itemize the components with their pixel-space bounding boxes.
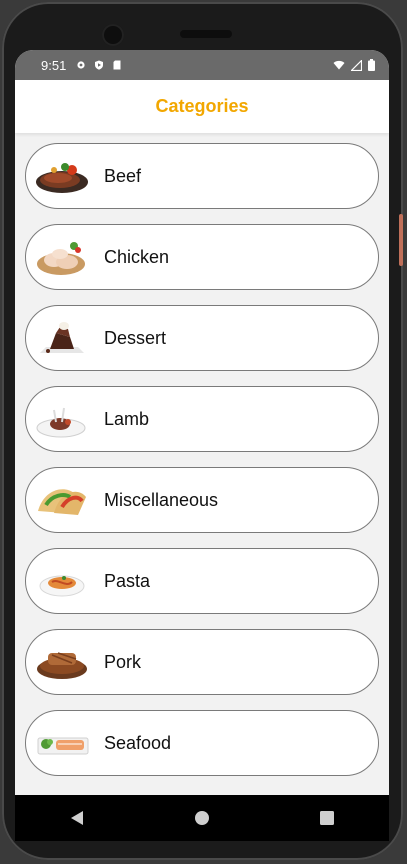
front-camera [102,24,124,46]
category-label: Dessert [104,327,167,348]
system-navigation-bar [15,795,389,841]
earpiece-speaker [180,30,232,38]
dessert-image [34,316,90,360]
cellular-signal-icon [351,59,362,71]
app-bar: Categories [15,80,389,133]
category-label: Pasta [104,570,151,591]
chicken-image [34,235,90,279]
category-item-dessert[interactable]: Dessert [25,305,379,371]
miscellaneous-image [34,478,90,522]
category-item-chicken[interactable]: Chicken [25,224,379,290]
wifi-icon [333,60,345,70]
lamb-image [34,397,90,441]
play-protect-icon [95,60,104,70]
category-list: Beef Chicken Dessert Lamb Miscellaneous … [15,133,389,776]
category-item-pasta[interactable]: Pasta [25,548,379,614]
category-item-miscellaneous[interactable]: Miscellaneous [25,467,379,533]
recents-icon[interactable] [312,803,342,833]
category-label: Beef [104,165,142,186]
back-icon[interactable] [62,803,92,833]
category-label: Lamb [104,408,150,429]
category-item-lamb[interactable]: Lamb [25,386,379,452]
seafood-image [34,721,90,765]
category-item-seafood[interactable]: Seafood [25,710,379,776]
category-label: Miscellaneous [104,489,219,510]
page-title: Categories [155,96,249,116]
side-button [399,214,403,266]
category-label: Chicken [104,246,170,267]
app-screen: 9:51 Categories Beef Chicken Dessert Lam… [15,50,389,795]
status-bar: 9:51 [15,50,389,80]
settings-icon [77,61,85,69]
battery-icon [368,59,375,71]
category-item-pork[interactable]: Pork [25,629,379,695]
sd-card-icon [113,60,121,70]
category-label: Pork [104,651,142,672]
status-right-icons [333,59,375,71]
status-time: 9:51 [41,57,67,73]
pork-image [34,640,90,684]
category-item-beef[interactable]: Beef [25,143,379,209]
category-label: Seafood [104,732,172,753]
home-icon[interactable] [187,803,217,833]
beef-image [34,154,90,198]
pasta-image [34,559,90,603]
